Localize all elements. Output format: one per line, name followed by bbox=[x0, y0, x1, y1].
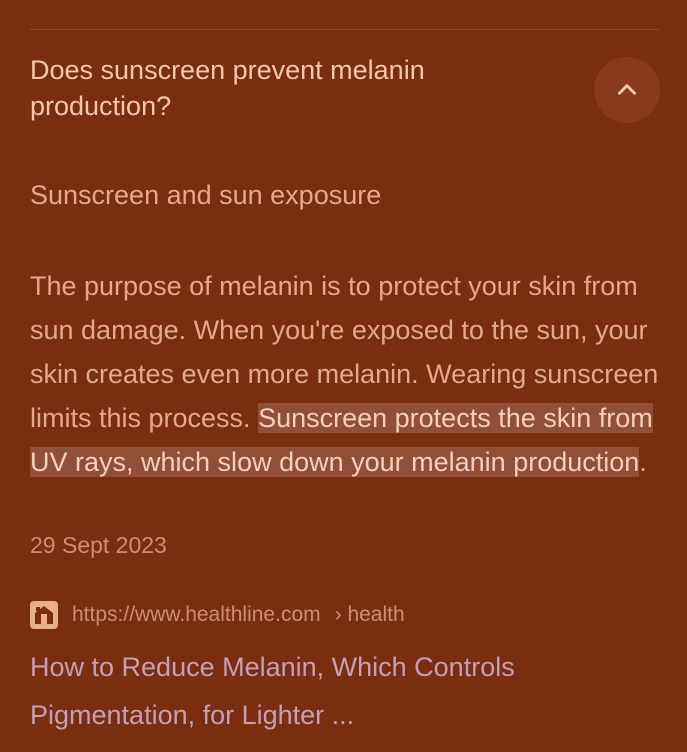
source-citation[interactable]: https://www.healthline.com › health bbox=[30, 601, 405, 629]
faq-question[interactable]: Does sunscreen prevent melanin productio… bbox=[30, 52, 550, 124]
answer-text: The purpose of melanin is to protect you… bbox=[30, 264, 660, 484]
source-url[interactable]: https://www.healthline.com bbox=[72, 601, 321, 629]
answer-date: 29 Sept 2023 bbox=[30, 532, 167, 558]
section-divider bbox=[30, 29, 659, 30]
result-title-link[interactable]: How to Reduce Melanin, Which Controls Pi… bbox=[30, 643, 630, 739]
healthline-logo-icon bbox=[30, 601, 58, 629]
chevron-up-icon bbox=[618, 84, 636, 95]
collapse-button[interactable] bbox=[594, 57, 660, 123]
answer-subheading: Sunscreen and sun exposure bbox=[30, 180, 382, 210]
answer-trailing-text: . bbox=[639, 447, 647, 477]
source-path: › health bbox=[334, 603, 405, 626]
